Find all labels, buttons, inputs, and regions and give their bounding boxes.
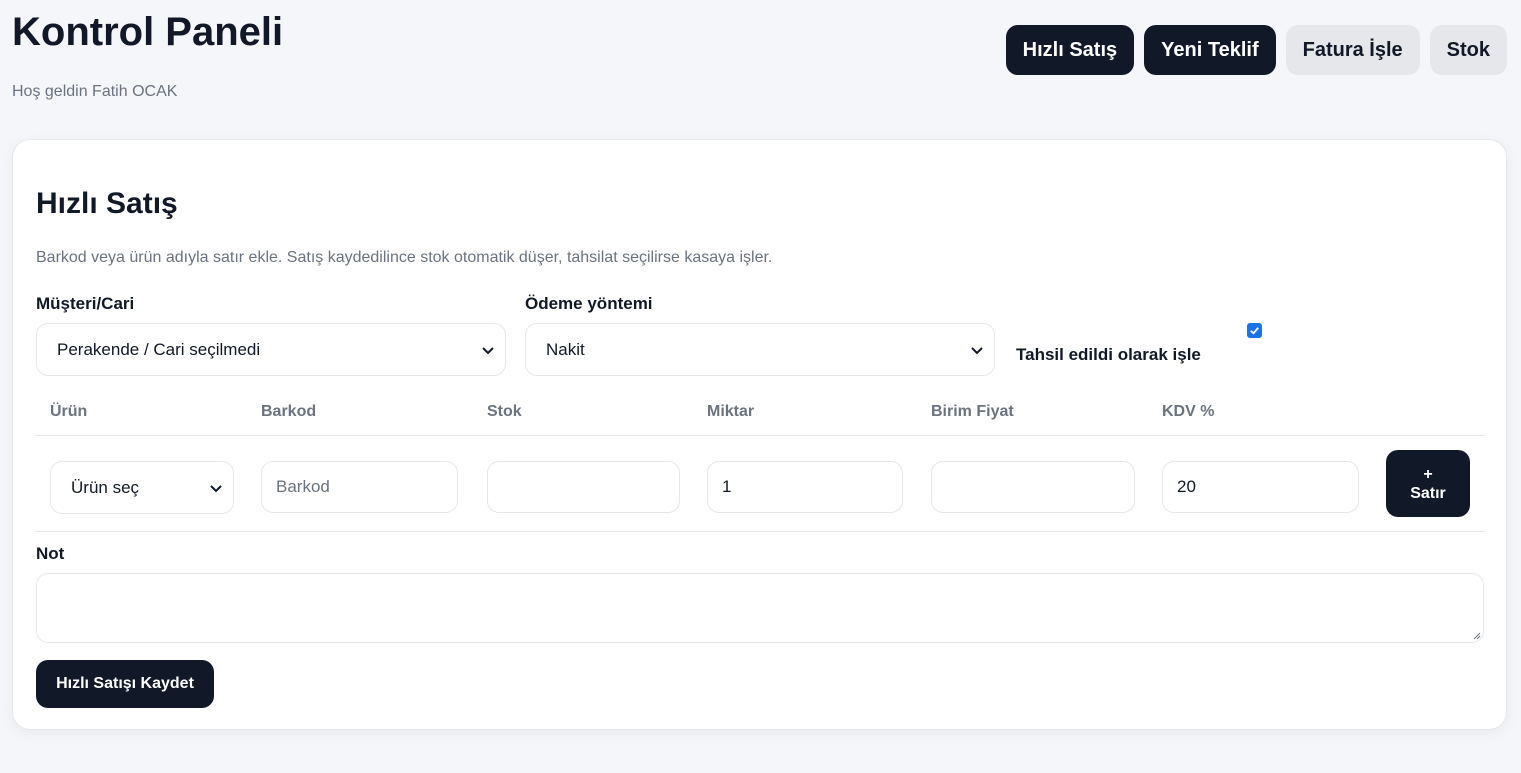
add-row-label: Satır [1410, 484, 1446, 502]
page-title: Kontrol Paneli [12, 10, 284, 54]
barcode-input[interactable]: Barkod [261, 461, 458, 513]
collected-checkbox[interactable] [1247, 323, 1262, 338]
column-header-product: Ürün [50, 403, 88, 420]
plus-icon: + [1423, 465, 1433, 483]
quick-sale-button[interactable]: Hızlı Satış [1005, 25, 1135, 75]
process-invoice-button[interactable]: Fatura İşle [1285, 25, 1420, 75]
stock-input[interactable] [487, 461, 680, 513]
welcome-text: Hoş geldin Fatih OCAK [12, 83, 178, 100]
new-quote-button[interactable]: Yeni Teklif [1144, 25, 1276, 75]
page-header: Kontrol Paneli Hoş geldin Fatih OCAK Hız… [0, 0, 1521, 130]
product-select[interactable]: Ürün seç [50, 461, 234, 514]
resize-grip-icon[interactable] [1471, 630, 1481, 640]
column-header-quantity: Miktar [707, 403, 755, 420]
customer-label: Müşteri/Cari [36, 294, 135, 313]
column-header-barcode: Barkod [261, 403, 317, 420]
customer-select[interactable]: Perakende / Cari seçilmedi [36, 323, 506, 376]
chevron-down-icon [971, 346, 983, 354]
column-header-vat: KDV % [1162, 403, 1215, 420]
chevron-down-icon [482, 346, 494, 354]
payment-method-value: Nakit [546, 339, 585, 359]
add-row-button[interactable]: + Satır [1386, 450, 1470, 517]
payment-method-label: Ödeme yöntemi [525, 294, 653, 313]
header-actions: Hızlı Satış Yeni Teklif Fatura İşle Stok [1005, 25, 1507, 75]
column-header-unit-price: Birim Fiyat [931, 403, 1014, 420]
stock-button[interactable]: Stok [1429, 25, 1507, 75]
product-select-value: Ürün seç [71, 477, 140, 497]
save-quick-sale-button[interactable]: Hızlı Satışı Kaydet [36, 660, 214, 708]
chevron-down-icon [210, 484, 222, 492]
customer-select-value: Perakende / Cari seçilmedi [57, 339, 261, 359]
card-title: Hızlı Satış [36, 187, 178, 220]
table-row-divider [36, 531, 1484, 532]
quick-sale-card: Hızlı Satış Barkod veya ürün adıyla satı… [12, 139, 1507, 730]
checkmark-icon [1250, 327, 1259, 335]
collected-label: Tahsil edildi olarak işle [1016, 345, 1201, 364]
payment-method-select[interactable]: Nakit [525, 323, 995, 376]
note-textarea[interactable] [36, 573, 1484, 643]
quantity-input[interactable]: 1 [707, 461, 903, 513]
card-description: Barkod veya ürün adıyla satır ekle. Satı… [36, 249, 773, 266]
unit-price-input[interactable] [931, 461, 1135, 513]
column-header-stock: Stok [487, 403, 522, 420]
note-label: Not [36, 544, 65, 563]
vat-input[interactable]: 20 [1162, 461, 1359, 513]
table-header-divider [36, 435, 1484, 436]
